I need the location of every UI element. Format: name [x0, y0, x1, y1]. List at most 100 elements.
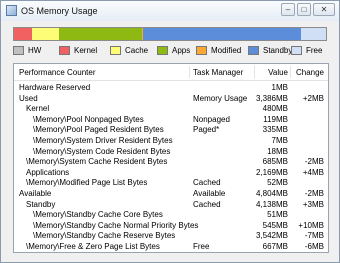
- task-manager-label: Nonpaged: [193, 114, 230, 124]
- value-cell: 685MB: [262, 157, 288, 167]
- change-cell: -7MB: [304, 231, 324, 241]
- close-button[interactable]: ✕: [313, 3, 335, 16]
- legend-swatch: [110, 45, 121, 55]
- legend-item-modified: Modified: [196, 44, 241, 56]
- counter-name: Used: [19, 93, 38, 103]
- column-header-value[interactable]: Value: [258, 68, 288, 77]
- performance-counter-list[interactable]: Performance Counter Task Manager Value C…: [13, 63, 329, 253]
- memory-bar-segment-standby: [143, 28, 302, 40]
- counter-name: \Memory\Pool Paged Resident Bytes: [33, 125, 164, 135]
- memory-usage-bar: [13, 27, 327, 41]
- table-row[interactable]: \Memory\Pool Nonpaged Bytes Nonpaged 119MB: [14, 115, 328, 125]
- maximize-icon: □: [301, 5, 307, 14]
- list-header: Performance Counter Task Manager Value C…: [14, 64, 328, 81]
- change-cell: +10MB: [298, 220, 324, 230]
- memory-bar-segment-apps: [58, 28, 142, 40]
- table-row[interactable]: Used Memory Usage 3,386MB +2MB: [14, 94, 328, 104]
- value-cell: 18MB: [267, 146, 288, 156]
- legend-label: Standby: [263, 45, 293, 55]
- task-manager-label: Cached: [193, 178, 221, 188]
- os-memory-usage-window: OS Memory Usage – □ ✕ HW Kernel Cache Apps M…: [0, 0, 340, 263]
- maximize-button[interactable]: □: [297, 3, 311, 16]
- table-row[interactable]: \Memory\Standby Cache Normal Priority By…: [14, 221, 328, 231]
- task-manager-label: Paged*: [193, 125, 220, 135]
- legend-label: HW: [28, 45, 42, 55]
- table-row[interactable]: \Memory\Free & Zero Page List Bytes Free 6…: [14, 242, 328, 252]
- task-manager-label: Available: [193, 189, 226, 198]
- title-bar[interactable]: OS Memory Usage – □ ✕: [1, 1, 339, 21]
- change-cell: +4MB: [302, 167, 324, 177]
- memory-bar-segment-free: [301, 28, 326, 40]
- table-row[interactable]: Hardware Reserved 1MB: [14, 83, 328, 93]
- memory-bar-segment-kernel: [14, 28, 33, 40]
- legend-label: Free: [306, 45, 323, 55]
- table-row[interactable]: \Memory\Standby Cache Core Bytes 51MB: [14, 210, 328, 220]
- value-cell: 51MB: [267, 210, 288, 220]
- legend-item-cache: Cache: [110, 44, 148, 56]
- legend-swatch: [291, 45, 302, 55]
- legend-swatch: [13, 45, 24, 55]
- counter-name: Hardware Reserved: [19, 83, 91, 92]
- change-cell: -2MB: [304, 157, 324, 167]
- column-header-counter[interactable]: Performance Counter: [19, 68, 95, 77]
- legend-swatch: [248, 45, 259, 55]
- value-cell: 335MB: [262, 125, 288, 135]
- value-cell: 480MB: [262, 104, 288, 114]
- minimize-button[interactable]: –: [281, 3, 295, 16]
- counter-name: \Memory\Pool Nonpaged Bytes: [33, 114, 144, 124]
- task-manager-label: Cached: [193, 199, 221, 209]
- counter-name: \Memory\Standby Cache Normal Priority By…: [33, 220, 199, 230]
- table-row[interactable]: \Memory\Standby Cache Reserve Bytes 3,542…: [14, 231, 328, 241]
- legend-label: Modified: [211, 45, 242, 55]
- table-row[interactable]: \Memory\System Cache Resident Bytes 685MB…: [14, 157, 328, 167]
- value-cell: 667MB: [262, 242, 288, 251]
- table-row[interactable]: Available Available 4,804MB -2MB: [14, 189, 328, 199]
- column-divider[interactable]: [189, 66, 190, 78]
- counter-name: \Memory\System Driver Resident Bytes: [33, 136, 173, 145]
- window-title: OS Memory Usage: [21, 6, 98, 16]
- value-cell: 52MB: [267, 178, 288, 188]
- legend-item-free: Free: [291, 44, 322, 56]
- column-header-task-manager[interactable]: Task Manager: [193, 68, 243, 77]
- table-row[interactable]: Standby Cached 4,138MB +3MB: [14, 200, 328, 210]
- app-icon: [6, 5, 17, 16]
- task-manager-label: Memory Usage: [193, 93, 248, 103]
- table-row[interactable]: \Memory\System Driver Resident Bytes 7MB: [14, 136, 328, 146]
- change-cell: +2MB: [302, 93, 324, 103]
- legend-item-apps: Apps: [157, 44, 190, 56]
- counter-name: \Memory\Modified Page List Bytes: [26, 178, 148, 188]
- counter-name: \Memory\System Cache Resident Bytes: [26, 157, 168, 167]
- legend-swatch: [59, 45, 70, 55]
- change-cell: -6MB: [304, 242, 324, 251]
- table-row[interactable]: \Memory\Pool Paged Resident Bytes Paged* 3…: [14, 125, 328, 135]
- value-cell: 3,386MB: [255, 93, 288, 103]
- legend-label: Cache: [125, 45, 149, 55]
- minimize-icon: –: [285, 5, 291, 14]
- memory-legend: HW Kernel Cache Apps Modified Standby Free: [13, 44, 333, 56]
- table-row[interactable]: \Memory\Modified Page List Bytes Cached 52…: [14, 178, 328, 188]
- change-cell: -2MB: [304, 189, 324, 198]
- legend-item-kernel: Kernel: [59, 44, 97, 56]
- column-divider[interactable]: [254, 66, 255, 78]
- memory-bar-segment-cache: [32, 28, 59, 40]
- column-divider[interactable]: [290, 66, 291, 78]
- legend-swatch: [196, 45, 207, 55]
- legend-label: Kernel: [74, 45, 98, 55]
- table-row[interactable]: Applications 2,169MB +4MB: [14, 168, 328, 178]
- counter-name: Available: [19, 189, 52, 198]
- value-cell: 4,804MB: [255, 189, 288, 198]
- counter-name: Kernel: [26, 104, 50, 114]
- counter-name: \Memory\Standby Cache Reserve Bytes: [33, 231, 176, 241]
- counter-name: \Memory\Free & Zero Page List Bytes: [26, 242, 160, 251]
- value-cell: 3,542MB: [255, 231, 288, 241]
- legend-item-standby: Standby: [248, 44, 292, 56]
- counter-name: Applications: [26, 167, 70, 177]
- change-cell: +3MB: [302, 199, 324, 209]
- value-cell: 119MB: [263, 114, 288, 124]
- table-row[interactable]: Kernel 480MB: [14, 104, 328, 114]
- column-header-change[interactable]: Change: [292, 68, 324, 77]
- legend-item-hw: HW: [13, 44, 41, 56]
- table-row[interactable]: \Memory\System Code Resident Bytes 18MB: [14, 147, 328, 157]
- task-manager-label: Free: [193, 242, 210, 251]
- value-cell: 7MB: [271, 136, 288, 145]
